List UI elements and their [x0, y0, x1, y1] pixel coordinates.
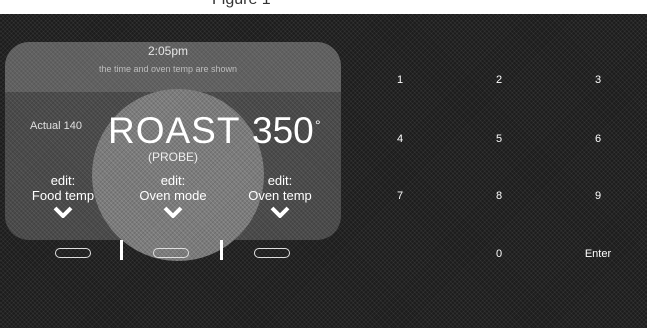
chevron-down-icon	[163, 206, 183, 218]
edit-food-temp-button[interactable]: edit: Food temp	[18, 173, 108, 218]
figure-title: Figure 1	[212, 0, 271, 9]
actual-value: 140	[63, 120, 82, 132]
edit-oven-temp-button[interactable]: edit: Oven temp	[235, 173, 325, 218]
chevron-down-icon	[53, 206, 73, 218]
chevron-down-icon	[270, 206, 290, 218]
oven-mode-display: ROAST	[108, 110, 241, 151]
figure-title-strip: Figure 1	[0, 0, 647, 14]
edit-target: Food temp	[31, 188, 95, 203]
keypad-key-9[interactable]: 9	[578, 190, 618, 202]
keypad-key-2[interactable]: 2	[479, 74, 519, 86]
slot-button-right[interactable]	[254, 248, 290, 258]
submode-display: (PROBE)	[147, 150, 198, 164]
slot-button-center[interactable]	[153, 248, 189, 258]
degree-symbol: °	[315, 117, 321, 133]
keypad-key-1[interactable]: 1	[380, 74, 420, 86]
keypad-key-4[interactable]: 4	[380, 133, 420, 145]
keypad-key-3[interactable]: 3	[578, 74, 618, 86]
clock-display: 2:05pm	[147, 44, 189, 58]
actual-label: Actual	[30, 120, 61, 132]
keypad-key-0[interactable]: 0	[479, 248, 519, 260]
edit-target: Oven temp	[248, 188, 312, 203]
slot-button-left[interactable]	[55, 248, 91, 258]
divider	[120, 240, 123, 260]
keypad-key-7[interactable]: 7	[380, 190, 420, 202]
divider	[220, 240, 223, 260]
edit-label: edit:	[267, 173, 293, 188]
status-message: the time and oven temp are shown	[98, 64, 238, 74]
keypad-key-8[interactable]: 8	[479, 190, 519, 202]
keypad-enter-key[interactable]: Enter	[578, 248, 618, 260]
edit-target: Oven mode	[139, 188, 207, 203]
keypad-key-5[interactable]: 5	[479, 133, 519, 145]
edit-label: edit:	[160, 173, 186, 188]
oven-temp-display: 350	[252, 110, 314, 151]
keypad-key-6[interactable]: 6	[578, 133, 618, 145]
edit-label: edit:	[50, 173, 76, 188]
probe-actual-readout: Actual 140	[30, 120, 82, 132]
edit-oven-mode-button[interactable]: edit: Oven mode	[128, 173, 218, 218]
